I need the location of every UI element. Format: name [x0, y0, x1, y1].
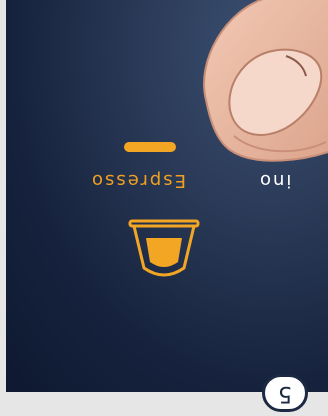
finger-touch-icon: [203, 0, 328, 162]
instruction-page: Espresso ino 5: [0, 0, 328, 416]
step-number-badge: 5: [262, 374, 308, 412]
espresso-cup-icon[interactable]: [120, 208, 208, 284]
machine-display: Espresso ino: [6, 0, 328, 392]
selection-indicator: [124, 142, 176, 152]
step-number-text: 5: [278, 381, 292, 406]
menu-item-espresso[interactable]: Espresso: [90, 170, 186, 191]
menu-item-next[interactable]: ino: [258, 170, 291, 191]
